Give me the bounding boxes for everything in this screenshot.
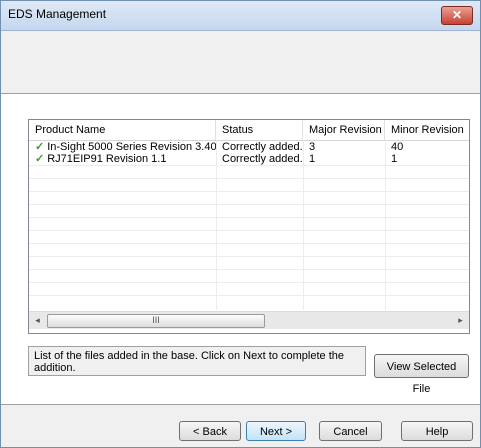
grid-row-line: [29, 204, 469, 205]
scroll-right-icon[interactable]: ▸: [452, 312, 469, 329]
column-header-product-name[interactable]: Product Name: [29, 120, 216, 140]
cancel-button[interactable]: Cancel: [319, 421, 382, 441]
product-name-cell: ✓ RJ71EIP91 Revision 1.1: [29, 153, 216, 165]
grid-row-line: [29, 191, 469, 192]
grid-row-line: [29, 217, 469, 218]
column-header-minor-revision[interactable]: Minor Revision: [385, 120, 469, 140]
major-revision-cell: 3: [309, 141, 316, 153]
check-icon: ✓: [35, 141, 45, 153]
back-button[interactable]: < Back: [179, 421, 241, 441]
major-revision-cell: 1: [309, 153, 316, 165]
grid-row-line: [29, 165, 469, 166]
view-selected-file-button[interactable]: View Selected File: [374, 354, 469, 395]
status-cell: Correctly added.: [222, 141, 303, 153]
product-name: RJ71EIP91 Revision 1.1: [47, 153, 167, 165]
minor-revision-cell: 1: [391, 153, 398, 165]
grid-row-line: [29, 178, 469, 179]
list-item[interactable]: ✓ In-Sight 5000 Series Revision 3.40 Corr…: [29, 141, 469, 153]
eds-file-list[interactable]: Product Name Status Major Revision Minor…: [28, 119, 470, 334]
title-bar: EDS Management ✕: [1, 1, 480, 31]
column-header-major-revision[interactable]: Major Revision: [303, 120, 385, 140]
next-button[interactable]: Next >: [246, 421, 306, 441]
status-cell: Correctly added.: [222, 153, 303, 165]
check-icon: ✓: [35, 153, 45, 165]
close-button[interactable]: ✕: [441, 6, 473, 25]
info-message-box: List of the files added in the base. Cli…: [28, 346, 366, 376]
grid-row-line: [29, 230, 469, 231]
wizard-footer: < Back Next > Cancel Help: [1, 405, 480, 447]
grid-row-line: [29, 243, 469, 244]
column-header-status[interactable]: Status: [216, 120, 303, 140]
grid-row-line: [29, 256, 469, 257]
minor-revision-cell: 40: [391, 141, 404, 153]
horizontal-scrollbar[interactable]: ◂ III ▸: [29, 311, 469, 329]
eds-management-window: EDS Management ✕ Product Name Status Maj…: [0, 0, 481, 448]
product-name: In-Sight 5000 Series Revision 3.40: [47, 141, 216, 153]
list-header: Product Name Status Major Revision Minor…: [29, 120, 469, 141]
close-icon: ✕: [451, 8, 463, 22]
list-item[interactable]: ✓ RJ71EIP91 Revision 1.1 Correctly added.…: [29, 153, 469, 165]
scroll-thumb[interactable]: III: [47, 314, 265, 328]
wizard-content: Product Name Status Major Revision Minor…: [1, 94, 480, 404]
grid-row-line: [29, 282, 469, 283]
scroll-left-icon[interactable]: ◂: [29, 312, 46, 329]
product-name-cell: ✓ In-Sight 5000 Series Revision 3.40: [29, 141, 216, 153]
window-title: EDS Management: [8, 7, 107, 21]
wizard-header-area: [1, 31, 480, 91]
grid-row-line: [29, 295, 469, 296]
help-button[interactable]: Help: [401, 421, 473, 441]
list-rows: ✓ In-Sight 5000 Series Revision 3.40 Corr…: [29, 141, 469, 165]
grid-row-line: [29, 269, 469, 270]
